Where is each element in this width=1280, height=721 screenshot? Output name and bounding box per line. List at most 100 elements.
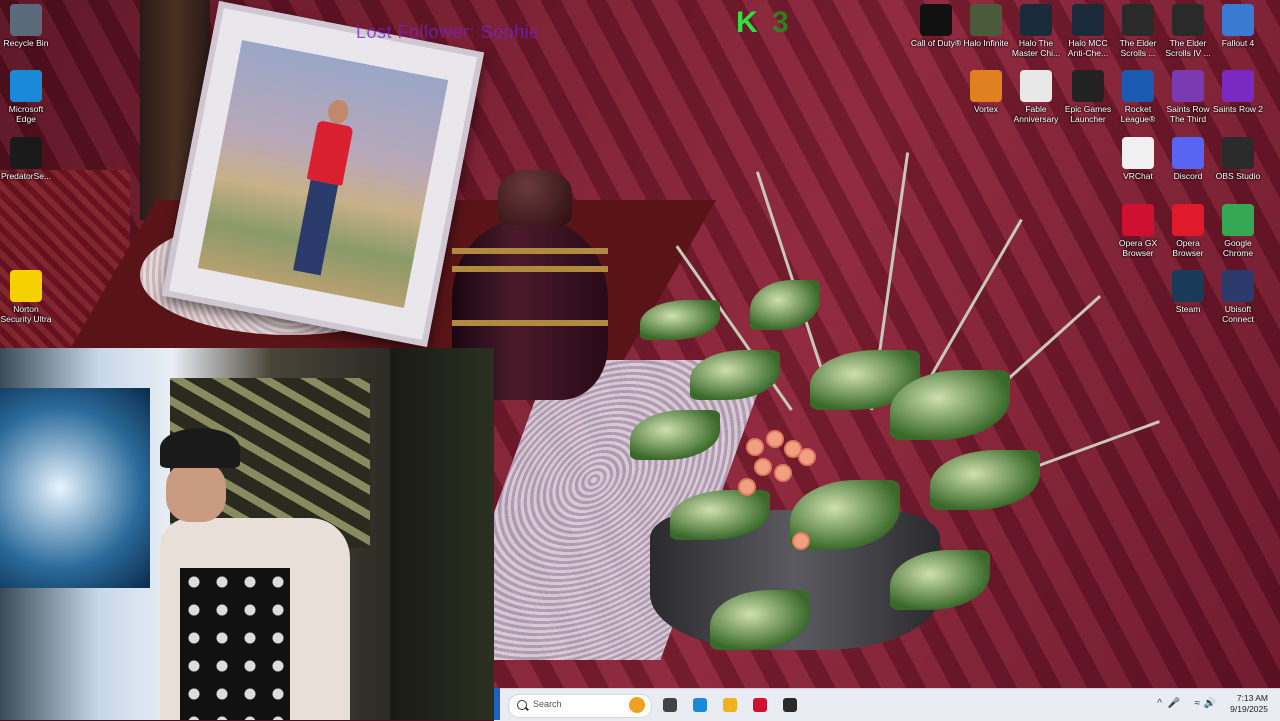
vrchat-icon	[1122, 137, 1154, 169]
halo-mcc-icon	[1020, 4, 1052, 36]
desktop-icon-label: Halo MCC Anti-Che...	[1067, 38, 1109, 58]
desktop-icon-halo-mcc[interactable]: Halo The Master Chi...	[1008, 4, 1064, 58]
desktop-icon-halo-anticheat[interactable]: Halo MCC Anti-Che...	[1060, 4, 1116, 58]
search-placeholder: Search	[533, 699, 562, 709]
wallpaper-picture-frame	[161, 0, 485, 348]
clock-date: 9/19/2025	[1230, 704, 1268, 714]
desktop-icon-label: Recycle Bin	[3, 38, 49, 48]
saints-row-3-icon	[1172, 70, 1204, 102]
framed-photo	[197, 40, 449, 308]
ubisoft-icon	[1222, 270, 1254, 302]
desktop-icon-chrome[interactable]: Google Chrome	[1210, 204, 1266, 258]
desktop-icon-label: Epic Games Launcher	[1064, 104, 1112, 124]
wifi-icon[interactable]: ≈	[1195, 698, 1201, 709]
edge-icon	[10, 70, 42, 102]
desktop-icon-label: Discord	[1173, 171, 1203, 181]
desktop-icon-rocket-league[interactable]: Rocket League®	[1110, 70, 1166, 124]
oblivion-icon	[1172, 4, 1204, 36]
desktop-icon-vortex[interactable]: Vortex	[958, 70, 1014, 114]
desktop-icon-steam[interactable]: Steam	[1160, 270, 1216, 314]
desktop-icon-call-of-duty[interactable]: Call of Duty®	[908, 4, 964, 48]
photo-person	[286, 96, 360, 280]
desktop-icon-norton[interactable]: Norton Security Ultra	[0, 270, 54, 324]
desktop-icon-saints-row-3[interactable]: Saints Row The Third	[1160, 70, 1216, 124]
taskbar-app-obs[interactable]	[780, 695, 800, 715]
desktop-icon-saints-row-2[interactable]: Saints Row 2	[1210, 70, 1266, 114]
desktop-icon-label: Saints Row 2	[1212, 104, 1264, 114]
vortex-icon	[970, 70, 1002, 102]
desktop-icon-label: Halo The Master Chi...	[1011, 38, 1061, 58]
desktop-icon-halo-infinite[interactable]: Halo Infinite	[958, 4, 1014, 48]
desktop-icon-label: Halo Infinite	[963, 38, 1009, 48]
wallpaper-plant	[630, 150, 1160, 670]
desktop-icon-label: VRChat	[1123, 171, 1153, 181]
chrome-icon	[1222, 204, 1254, 236]
taskbar-left-edge	[494, 688, 500, 720]
search-icon	[517, 700, 527, 710]
desktop-icon-recycle-bin[interactable]: Recycle Bin	[0, 4, 54, 48]
desktop-icon-label: Opera Browser	[1172, 238, 1204, 258]
volume-icon[interactable]: 🔊	[1204, 698, 1216, 709]
taskbar-app-file-explorer[interactable]	[720, 695, 740, 715]
desktop-icon-label: Microsoft Edge	[8, 104, 44, 124]
halo-icon	[970, 4, 1002, 36]
desktop-icon-ubisoft[interactable]: Ubisoft Connect	[1210, 270, 1266, 324]
desktop-icon-label: The Elder Scrolls IV ...	[1165, 38, 1211, 58]
task-view-icon	[663, 698, 677, 712]
norton-icon	[10, 270, 42, 302]
desktop-icon-microsoft-edge[interactable]: Microsoft Edge	[0, 70, 54, 124]
steam-icon	[1172, 270, 1204, 302]
desktop-icon-label: Opera GX Browser	[1118, 238, 1158, 258]
recycle-bin-icon	[10, 4, 42, 36]
desktop-icon-elder-scrolls-5[interactable]: The Elder Scrolls ...	[1110, 4, 1166, 58]
epic-icon	[1072, 70, 1104, 102]
desktop-icon-label: Rocket League®	[1120, 104, 1156, 124]
clock-time: 7:13 AM	[1236, 693, 1268, 703]
taskbar-app-edge[interactable]	[690, 695, 710, 715]
discord-icon	[1172, 137, 1204, 169]
webcam-person	[140, 428, 350, 720]
obs-icon	[1222, 137, 1254, 169]
taskbar-app-task-view[interactable]	[660, 695, 680, 715]
desktop-icon-epic[interactable]: Epic Games Launcher	[1060, 70, 1116, 124]
desktop-icon-predatorsense[interactable]: PredatorSe...	[0, 137, 54, 181]
fallout-icon	[1222, 4, 1254, 36]
obs-icon	[783, 698, 797, 712]
desktop-icon-discord[interactable]: Discord	[1160, 137, 1216, 181]
opera-gx-icon	[753, 698, 767, 712]
desktop-icon-vrchat[interactable]: VRChat	[1110, 137, 1166, 181]
taskbar: Search ^ 🎤 ≈ 🔊 7:13 AM 9/19/2025	[494, 688, 1280, 721]
desktop-icon-elder-scrolls-4[interactable]: The Elder Scrolls IV ...	[1160, 4, 1216, 58]
microphone-icon[interactable]: 🎤	[1168, 698, 1180, 709]
webcam-tapestry-left	[0, 388, 150, 588]
edge-icon	[693, 698, 707, 712]
saints-row-2-icon	[1222, 70, 1254, 102]
desktop-icon-label: The Elder Scrolls ...	[1119, 38, 1157, 58]
search-highlight-icon	[629, 697, 645, 713]
predator-icon	[10, 137, 42, 169]
skyrim-icon	[1122, 4, 1154, 36]
chevron-up-icon[interactable]: ^	[1157, 698, 1162, 709]
taskbar-app-opera-gx[interactable]	[750, 695, 770, 715]
desktop-icon-fallout-4[interactable]: Fallout 4	[1210, 4, 1266, 48]
taskbar-search[interactable]: Search	[508, 694, 652, 718]
halo-ac-icon	[1072, 4, 1104, 36]
desktop-icon-label: Fallout 4	[1221, 38, 1255, 48]
desktop-icon-label: Norton Security Ultra	[0, 304, 52, 324]
desktop-icon-obs[interactable]: OBS Studio	[1210, 137, 1266, 181]
k3-logo: K 3	[736, 6, 796, 40]
logo-k-number: 3	[772, 6, 789, 39]
cod-icon	[920, 4, 952, 36]
lost-follower-overlay: Lost Follower: Sophie	[356, 22, 540, 42]
desktop-icon-label: Ubisoft Connect	[1222, 304, 1254, 324]
logo-k-letter: K	[736, 6, 758, 39]
desktop-icon-label: PredatorSe...	[0, 171, 52, 181]
webcam-doorway	[390, 348, 494, 720]
opera-icon	[1172, 204, 1204, 236]
taskbar-clock[interactable]: 7:13 AM 9/19/2025	[1230, 693, 1268, 715]
desktop-icon-opera[interactable]: Opera Browser	[1160, 204, 1216, 258]
desktop-icon-label: Steam	[1175, 304, 1201, 314]
desktop-icon-fable[interactable]: Fable Anniversary	[1008, 70, 1064, 124]
desktop-icon-opera-gx[interactable]: Opera GX Browser	[1110, 204, 1166, 258]
folder-icon	[723, 698, 737, 712]
